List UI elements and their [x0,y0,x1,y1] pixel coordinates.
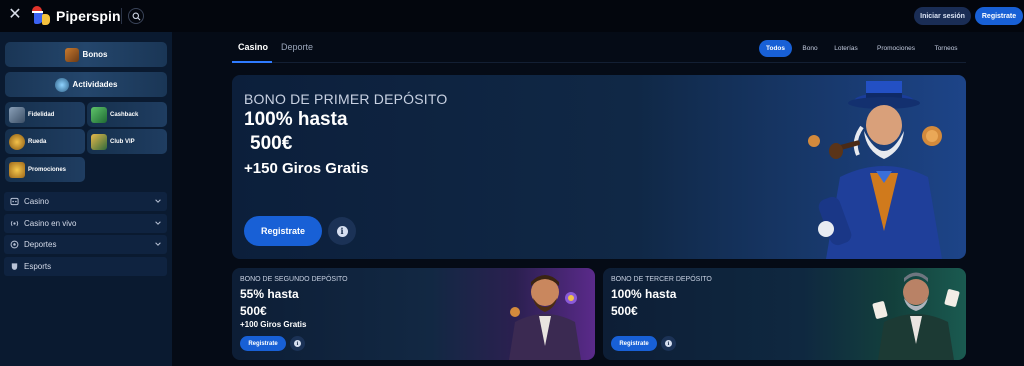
register-button[interactable]: Registrate [975,7,1023,25]
sidebar: Bonos Actividades Fidelidad Cashback Rue… [0,32,172,366]
hero-subtitle: BONO DE PRIMER DEPÓSITO [244,91,448,107]
card-title: BONO DE SEGUNDO DEPÓSITO [240,276,348,283]
filter-bono[interactable]: Bono [796,40,824,57]
close-icon[interactable]: ✕ [8,7,22,23]
card-info-button[interactable]: i [661,336,676,351]
card-register-button[interactable]: Registrate [240,336,286,351]
info-icon: i [294,340,301,347]
card-line-1: 55% hasta [240,287,299,301]
sidebar-item-casino[interactable]: Casino [4,192,167,211]
sidebar-promociones-label: Promociones [28,166,67,173]
chevron-down-icon [155,221,161,225]
filter-loterias[interactable]: Loterías [828,40,864,57]
sidebar-item-label: Deportes [24,240,57,249]
logo-mark-icon [32,6,52,26]
hero-line-3: +150 Giros Gratis [244,160,369,177]
login-button[interactable]: Iniciar sesión [914,7,971,25]
sidebar-rueda-label: Rueda [28,138,47,145]
logo[interactable]: Piperspin [32,5,121,27]
live-icon [10,219,19,228]
sidebar-item-esports[interactable]: Esports [4,257,167,276]
hero-line-2: 500€ [250,133,293,154]
card-line-1: 100% hasta [611,287,677,301]
treasure-chest-icon [64,47,79,62]
sidebar-item-label: Esports [24,262,52,271]
magician-character-illustration [808,81,942,259]
card-register-button[interactable]: Registrate [611,336,657,351]
sidebar-club-vip[interactable]: Club VIP [87,129,167,154]
tab-deporte[interactable]: Deporte [281,42,313,52]
tab-divider [232,62,966,63]
divider [121,8,122,24]
chevron-down-icon [155,199,161,203]
sidebar-item-label: Casino [24,197,49,206]
casino-icon [10,197,19,206]
top-bar: ✕ Piperspin Iniciar sesión Registrate [0,0,1024,32]
chevron-down-icon [155,242,161,246]
gift-icon [9,161,25,178]
sidebar-bonos-label: Bonos [82,50,108,59]
sidebar-actividades-label: Actividades [72,80,118,89]
gentleman-character-illustration [509,275,581,360]
filter-todos[interactable]: Todos [759,40,792,57]
sidebar-bonos[interactable]: Bonos [5,42,167,67]
ball-icon [10,240,19,249]
globe-icon [54,77,69,92]
bonus-card-second: BONO DE SEGUNDO DEPÓSITO 55% hasta 500€ … [232,268,595,360]
hero-register-button[interactable]: Registrate [244,216,322,246]
sidebar-item-casino-en-vivo[interactable]: Casino en vivo [4,214,167,233]
sidebar-rueda[interactable]: Rueda [5,129,85,154]
sidebar-item-label: Casino en vivo [24,219,77,228]
search-button[interactable] [128,8,144,24]
info-icon: i [336,225,348,237]
card-title: BONO DE TERCER DEPÓSITO [611,276,712,283]
filter-promociones[interactable]: Promociones [868,40,924,57]
card-line-2: 500€ [240,304,267,318]
card-info-button[interactable]: i [290,336,305,351]
hero-banner: BONO DE PRIMER DEPÓSITO 100% hasta 500€ … [232,75,966,259]
brand-name: Piperspin [56,8,121,24]
sidebar-cashback-label: Cashback [110,111,139,118]
bonus-card-third: BONO DE TERCER DEPÓSITO 100% hasta 500€ … [603,268,966,360]
info-icon: i [665,340,672,347]
cash-icon [91,106,107,123]
hero-line-1: 100% hasta [244,109,348,130]
card-line-2: 500€ [611,304,638,318]
sidebar-fidelidad-label: Fidelidad [28,111,55,118]
tab-casino[interactable]: Casino [238,42,268,52]
filter-torneos[interactable]: Torneos [928,40,964,57]
wheel-icon [9,133,25,150]
sidebar-club-vip-label: Club VIP [110,138,135,145]
sidebar-fidelidad[interactable]: Fidelidad [5,102,85,127]
sidebar-cashback[interactable]: Cashback [87,102,167,127]
vip-icon [91,133,107,150]
sidebar-actividades[interactable]: Actividades [5,72,167,97]
search-icon [132,12,140,20]
card-dealer-character-illustration [872,272,960,360]
loyalty-icon [9,106,25,123]
card-line-3: +100 Giros Gratis [240,320,307,329]
sidebar-item-deportes[interactable]: Deportes [4,235,167,254]
esports-icon [10,262,19,271]
sidebar-promociones[interactable]: Promociones [5,157,85,182]
hero-info-button[interactable]: i [328,217,356,245]
tab-active-indicator [232,61,272,63]
